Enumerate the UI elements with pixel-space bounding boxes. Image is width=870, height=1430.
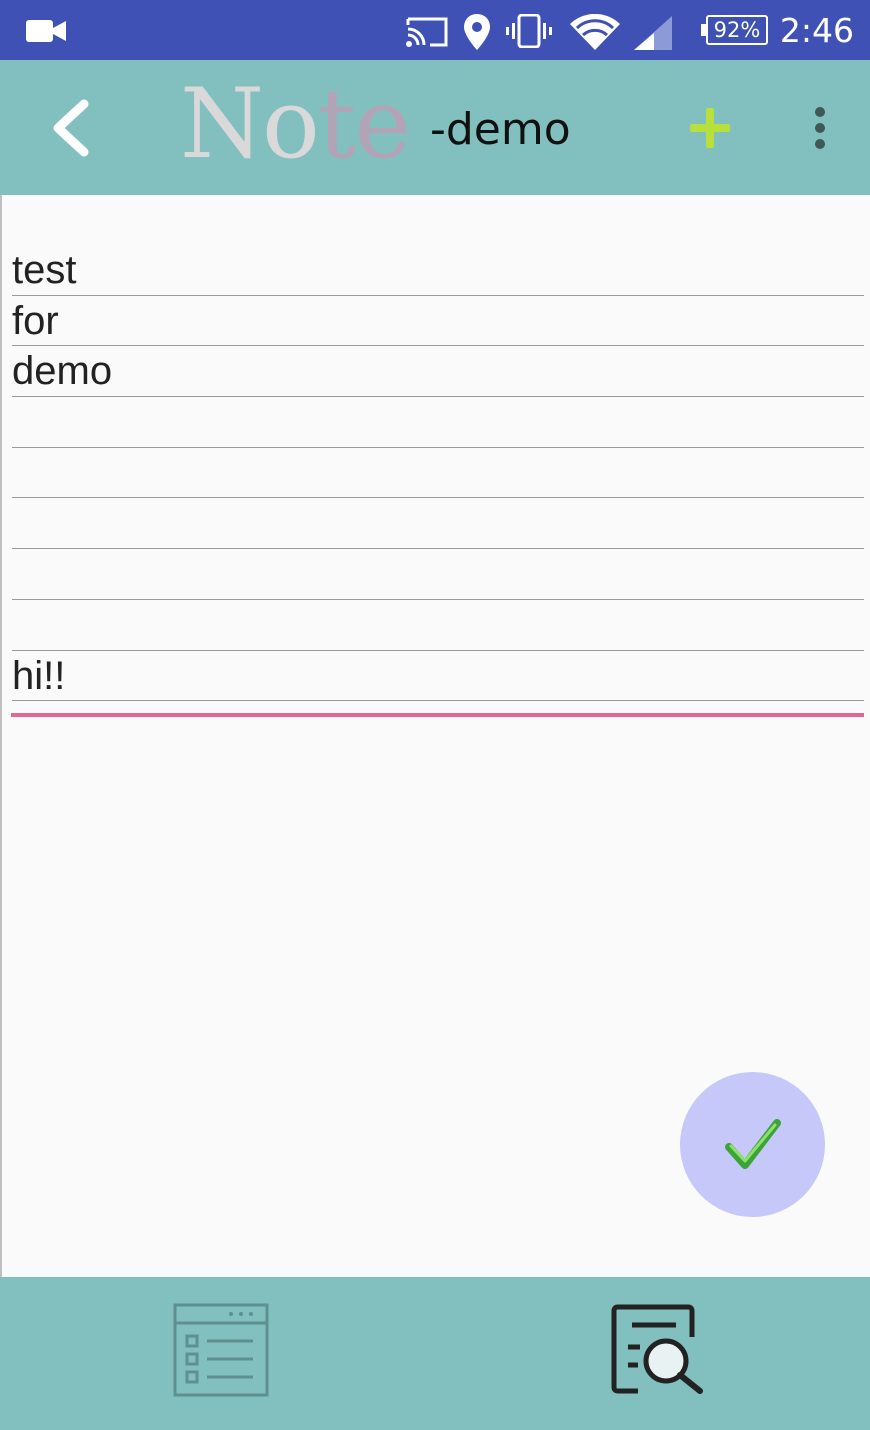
signal-icon — [634, 16, 672, 50]
vibrate-icon — [506, 14, 552, 48]
note-line[interactable] — [12, 498, 864, 550]
note-line[interactable]: for — [12, 296, 864, 347]
note-line[interactable]: hi!! — [12, 651, 864, 702]
wifi-icon — [570, 14, 620, 50]
battery-icon: 92% — [701, 15, 768, 45]
status-bar: 92% 2:46 — [0, 0, 870, 60]
add-icon[interactable] — [688, 106, 732, 150]
more-options-icon[interactable] — [811, 106, 829, 150]
note-line[interactable]: test — [12, 245, 864, 296]
location-pin-icon — [464, 14, 490, 50]
frame-border — [0, 195, 2, 1277]
note-line[interactable] — [12, 397, 864, 448]
note-title: -demo — [430, 104, 571, 155]
save-button[interactable] — [680, 1072, 825, 1217]
cast-icon — [406, 17, 448, 47]
checkmark-icon — [724, 1118, 781, 1169]
search-note-icon[interactable] — [610, 1303, 706, 1395]
note-line[interactable] — [12, 600, 864, 651]
editor-focus-underline — [11, 713, 864, 717]
logo-part-1: No — [180, 68, 320, 180]
video-camera-icon — [26, 20, 66, 42]
note-list-icon[interactable] — [173, 1303, 269, 1397]
bottom-bar — [0, 1277, 870, 1430]
app-toolbar: Note -demo — [0, 60, 870, 195]
status-time: 2:46 — [779, 10, 854, 50]
back-arrow-icon[interactable] — [48, 98, 92, 158]
note-line[interactable] — [12, 448, 864, 499]
note-line[interactable]: demo — [12, 346, 864, 398]
note-line[interactable] — [12, 549, 864, 600]
app-logo: Note — [180, 76, 411, 172]
note-editor[interactable]: test for demo hi!! — [12, 245, 864, 702]
logo-part-2: te — [317, 68, 411, 180]
